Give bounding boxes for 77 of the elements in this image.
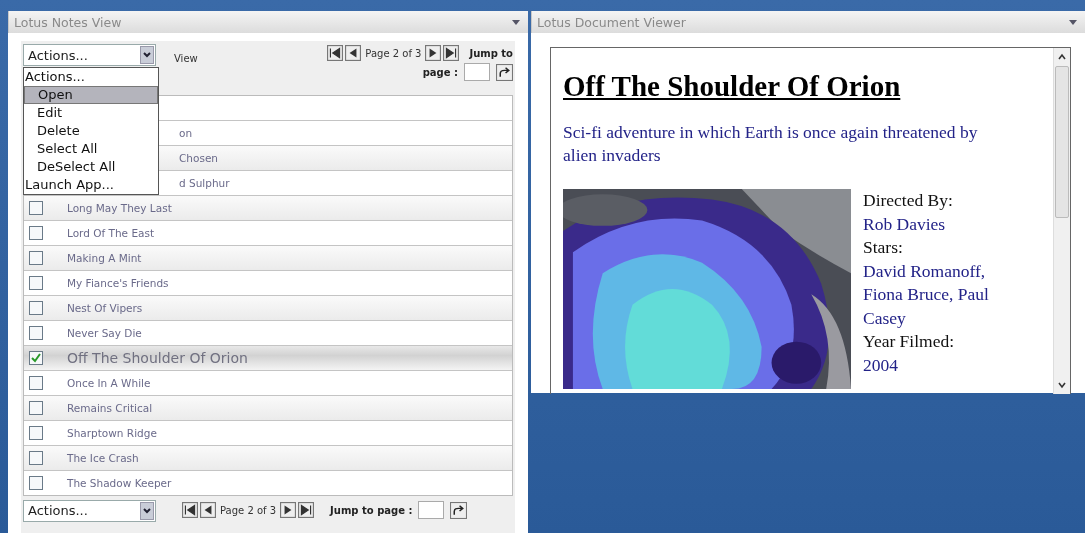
row-title: Chosen [179, 152, 218, 164]
row-title: Long May They Last [67, 202, 172, 214]
row-title: Nest Of Vipers [67, 302, 143, 314]
list-row[interactable]: Off The Shoulder Of Orion [24, 346, 512, 371]
dropdown-arrow-icon[interactable] [512, 19, 520, 25]
document-summary: Sci-fi adventure in which Earth is once again threatened by alien invaders [563, 121, 979, 167]
checkbox[interactable] [29, 376, 43, 390]
page-input-field[interactable] [418, 501, 445, 519]
scrollbar[interactable] [1053, 48, 1070, 394]
checkbox[interactable] [29, 351, 43, 365]
checkbox[interactable] [29, 451, 43, 465]
list-row[interactable]: Making A Mint [24, 246, 512, 271]
row-title: on [179, 127, 193, 139]
row-title: Never Say Die [67, 327, 142, 339]
list-row[interactable]: Sharptown Ridge [24, 421, 512, 446]
detail-label: Stars: [863, 236, 904, 259]
first-page-icon[interactable] [182, 502, 198, 518]
document-heading: Off The Shoulder Of Orion [563, 70, 901, 103]
row-title: Lord Of The East [67, 227, 155, 239]
first-page-icon[interactable] [327, 45, 344, 61]
last-page-icon[interactable] [443, 45, 460, 61]
menu-item[interactable]: Launch App... [24, 176, 158, 194]
actions-dropdown[interactable]: Actions... [23, 44, 156, 66]
last-page-icon[interactable] [298, 502, 315, 518]
checkbox[interactable] [29, 251, 43, 265]
row-title: Making A Mint [67, 252, 142, 264]
list-row[interactable]: Long May They Last [24, 196, 512, 221]
jump-label: Jump to page : [330, 504, 413, 516]
checkbox[interactable] [29, 226, 43, 240]
next-page-icon[interactable] [425, 45, 442, 61]
menu-item[interactable]: Edit [24, 104, 158, 122]
detail-label: Year Filmed: [863, 330, 956, 353]
checkbox[interactable] [29, 476, 43, 490]
checkbox[interactable] [29, 201, 43, 215]
page-indicator: Page 2 of 3 [365, 47, 422, 59]
list-row[interactable]: The Shadow Keeper [24, 471, 512, 495]
jump-label: Jump to [469, 47, 513, 59]
menu-item[interactable]: Actions... [24, 68, 158, 86]
panel-title: Lotus Document Viewer [537, 14, 686, 30]
page-indicator: Page 2 of 3 [220, 504, 277, 516]
list-row[interactable]: Nest Of Vipers [24, 296, 512, 321]
detail-value: 2004 [863, 353, 899, 377]
previous-page-icon[interactable] [345, 45, 362, 61]
checkbox[interactable] [29, 301, 43, 315]
menu-item[interactable]: Delete [24, 122, 158, 140]
row-title: Once In A While [67, 377, 151, 389]
list-row[interactable]: Remains Critical [24, 396, 512, 421]
row-title: Remains Critical [67, 402, 153, 414]
list-row[interactable]: Once In A While [24, 371, 512, 396]
list-row[interactable]: Never Say Die [24, 321, 512, 346]
dropdown-arrow-icon[interactable] [1069, 19, 1077, 25]
checkbox[interactable] [29, 401, 43, 415]
previous-page-icon[interactable] [200, 502, 216, 518]
view-label: View [174, 53, 198, 64]
row-title: The Shadow Keeper [67, 477, 172, 489]
row-title: Sharptown Ridge [67, 427, 157, 439]
row-title: The Ice Crash [67, 452, 139, 464]
list-row[interactable]: My Fiance's Friends [24, 271, 512, 296]
panel-title: Lotus Notes View [14, 14, 122, 30]
page-input-field[interactable] [464, 63, 490, 81]
actions-dropdown[interactable]: Actions... [23, 499, 156, 522]
row-title: Off The Shoulder Of Orion [67, 350, 248, 366]
caret-icon [140, 46, 154, 64]
row-title: d Sulphur [179, 177, 230, 189]
next-page-icon[interactable] [280, 502, 297, 518]
jump-label: page : [422, 66, 458, 78]
checkbox[interactable] [29, 426, 43, 440]
menu-item[interactable]: Open [24, 86, 158, 104]
checkbox[interactable] [29, 326, 43, 340]
caret-icon [140, 501, 154, 520]
detail-value: Rob Davies [863, 212, 947, 236]
list-row[interactable]: Lord Of The East [24, 221, 512, 246]
list-row[interactable]: The Ice Crash [24, 446, 512, 471]
row-title: My Fiance's Friends [67, 277, 169, 289]
checkbox[interactable] [29, 276, 43, 290]
detail-value: David Romanoff, Fiona Bruce, Paul Casey [863, 259, 990, 330]
detail-label: Directed By: [863, 189, 954, 212]
